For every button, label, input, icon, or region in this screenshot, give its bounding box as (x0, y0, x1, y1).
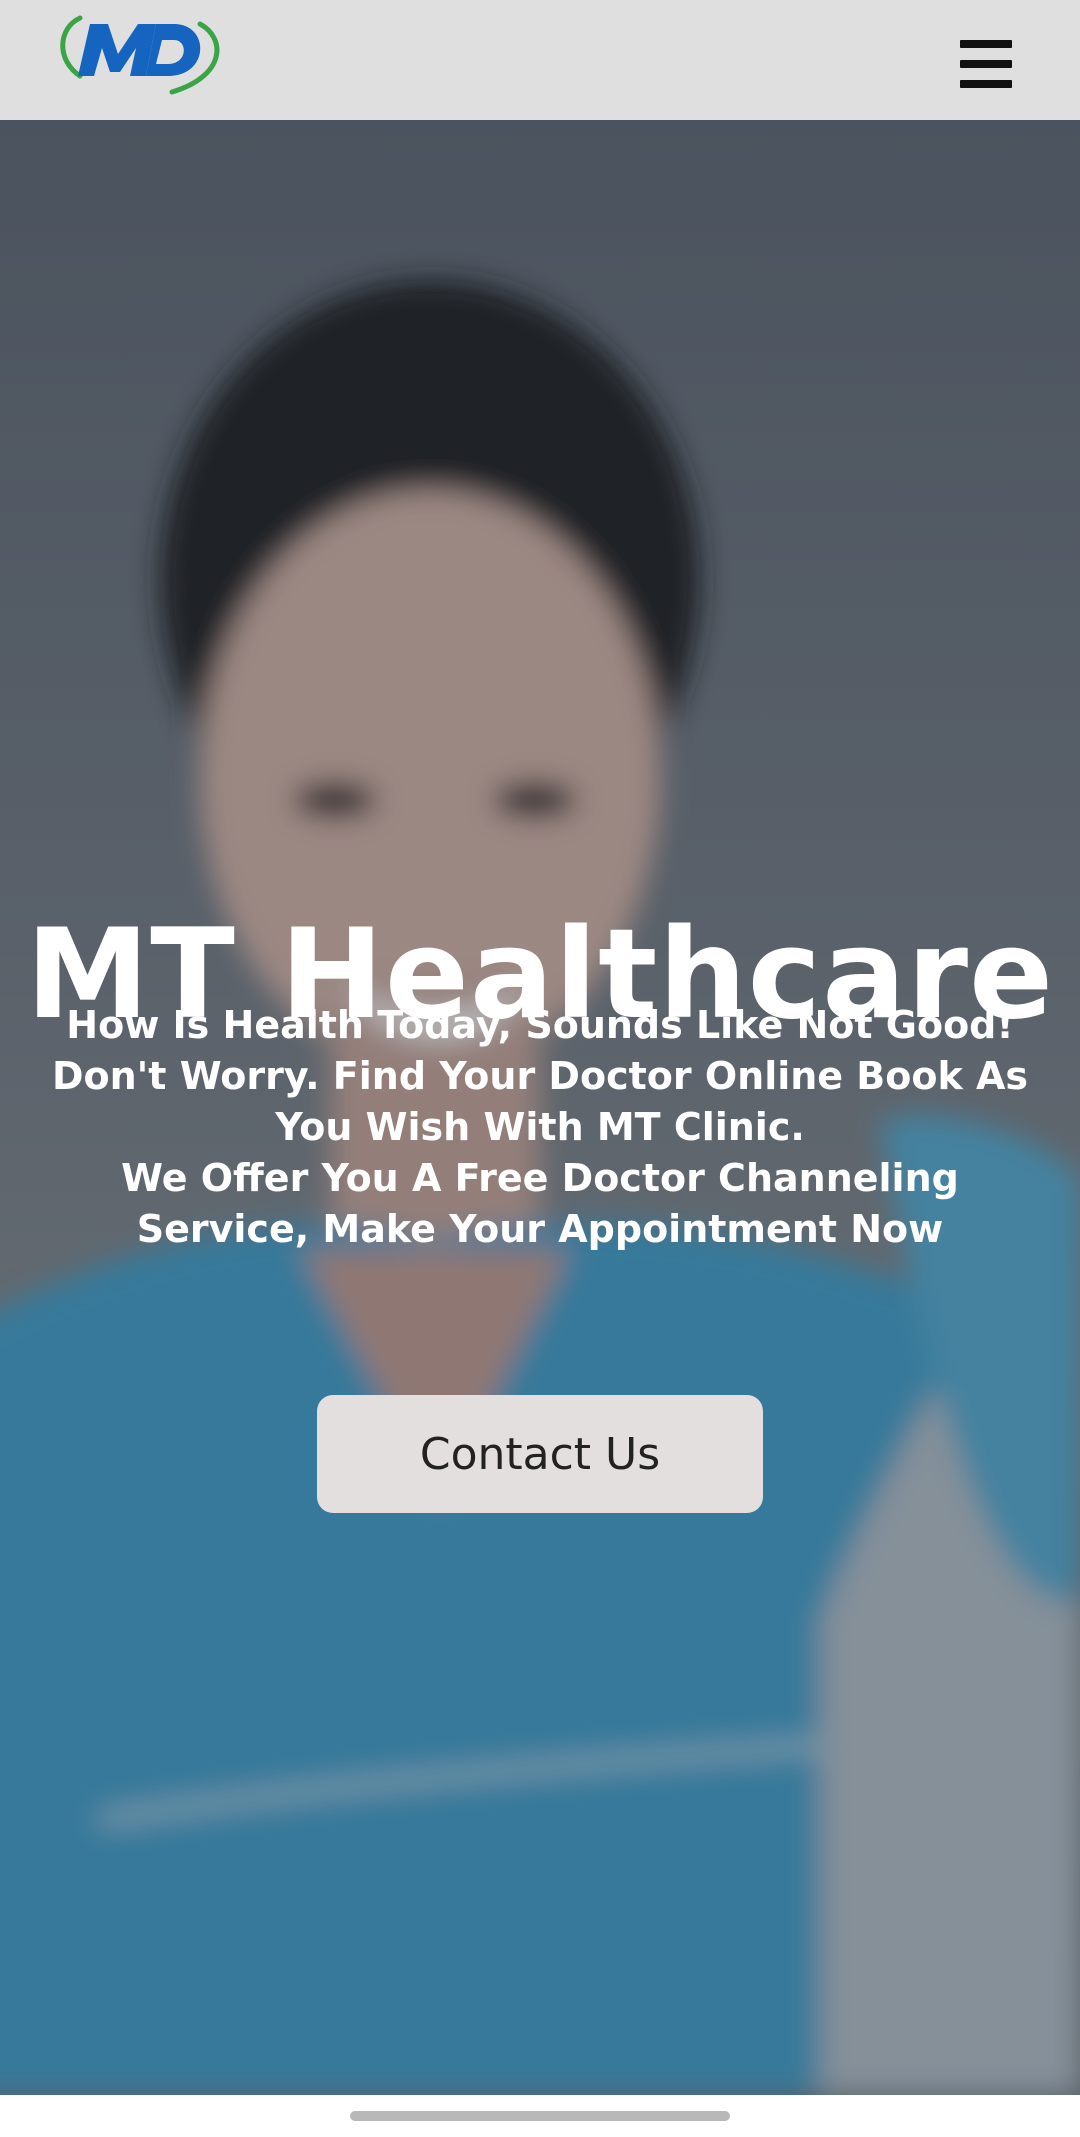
menu-bar (960, 80, 1012, 88)
home-indicator[interactable] (350, 2111, 730, 2121)
hero-description-line: We Offer You A Free Doctor Channeling (121, 1156, 959, 1200)
md-logo-icon (60, 15, 220, 95)
contact-us-button[interactable]: Contact Us (317, 1395, 763, 1513)
hero-description-line: You Wish With MT Clinic. (275, 1105, 805, 1149)
hero-description-line: Service, Make Your Appointment Now (136, 1207, 944, 1251)
hero-description: How Is Health Today, Sounds Like Not Goo… (40, 1000, 1040, 1255)
menu-bar (960, 40, 1012, 48)
hero-description-line: Don't Worry. Find Your Doctor Online Boo… (51, 1054, 1029, 1098)
hamburger-menu-icon[interactable] (960, 40, 1012, 88)
hero-description-line: How Is Health Today, Sounds Like Not Goo… (66, 1003, 1014, 1047)
page: MT Healthcare How Is Health Today, Sound… (0, 0, 1080, 2137)
site-header (0, 0, 1080, 120)
menu-bar (960, 60, 1012, 68)
site-logo[interactable] (50, 10, 230, 96)
hero-section: MT Healthcare How Is Health Today, Sound… (0, 120, 1080, 2095)
